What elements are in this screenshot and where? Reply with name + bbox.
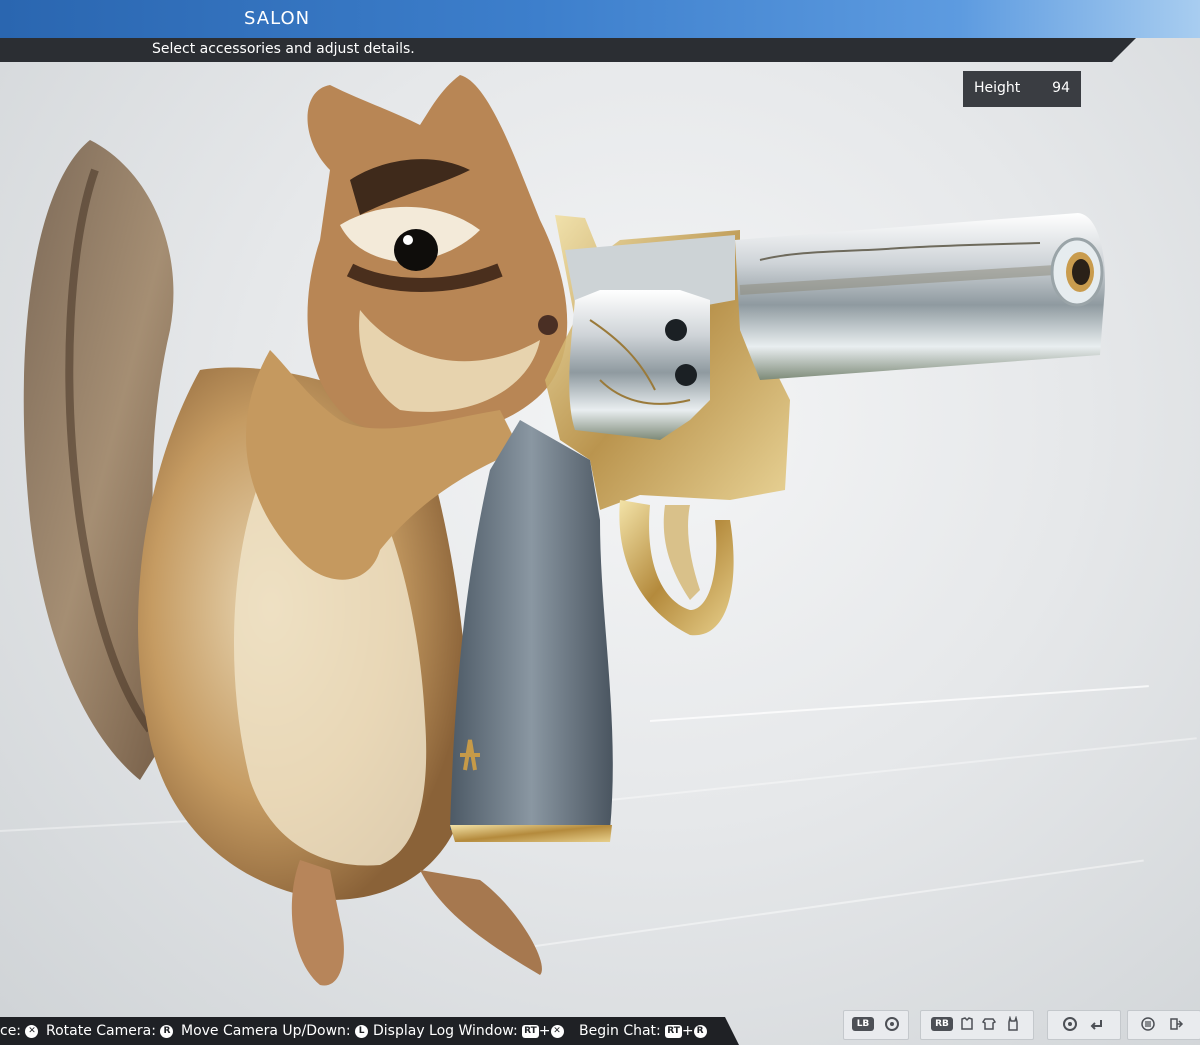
shirt-icon[interactable] xyxy=(981,1016,997,1032)
character-preview xyxy=(23,75,1105,986)
header-band xyxy=(0,0,1200,38)
emote-icon[interactable] xyxy=(884,1016,900,1032)
hint-begin-chat: Begin Chat: RT + R xyxy=(579,1023,707,1039)
lb-menu-group[interactable]: LB xyxy=(843,1010,909,1040)
hint-select-label: ce: xyxy=(0,1023,22,1039)
rb-menu-group[interactable]: RB xyxy=(920,1010,1034,1040)
rt-button-icon: RT xyxy=(522,1024,539,1038)
right-stick-icon: R xyxy=(693,1024,707,1038)
plus-icon: + xyxy=(538,1023,551,1039)
right-stick-icon: R xyxy=(160,1024,174,1038)
options-menu-group[interactable] xyxy=(1047,1010,1121,1040)
outfit-icon[interactable] xyxy=(959,1016,975,1032)
page-title: SALON xyxy=(244,8,311,29)
return-arrow-icon[interactable] xyxy=(1088,1016,1104,1032)
hint-move-camera: Move Camera Up/Down: L xyxy=(181,1023,369,1039)
menu-icon[interactable] xyxy=(1140,1016,1156,1032)
rb-button-icon: RB xyxy=(931,1017,953,1031)
hint-rotate-camera: Rotate Camera: R xyxy=(46,1023,174,1039)
hint-display-log: Display Log Window: RT + ✕ xyxy=(373,1023,564,1039)
cross-button-icon: ✕ xyxy=(550,1024,564,1038)
chipmunk-head xyxy=(307,75,568,437)
chipmunk-nose xyxy=(538,315,558,335)
hint-chat-label: Begin Chat: xyxy=(579,1023,661,1039)
hint-log-label: Display Log Window: xyxy=(373,1023,518,1039)
cross-button-icon: ✕ xyxy=(25,1024,39,1038)
left-stick-icon: L xyxy=(355,1024,369,1038)
hint-move-label: Move Camera Up/Down: xyxy=(181,1023,351,1039)
exit-icon[interactable] xyxy=(1168,1016,1184,1032)
hint-rotate-label: Rotate Camera: xyxy=(46,1023,156,1039)
tank-top-icon[interactable] xyxy=(1005,1016,1021,1032)
lb-button-icon: LB xyxy=(852,1017,874,1031)
rt-button-icon: RT xyxy=(665,1024,682,1038)
hint-select: ce: ✕ xyxy=(0,1023,39,1039)
page-subtitle: Select accessories and adjust details. xyxy=(152,41,415,57)
chipmunk-eye xyxy=(394,229,438,271)
plus-icon: + xyxy=(681,1023,694,1039)
menu-exit-group[interactable] xyxy=(1127,1010,1200,1040)
settings-circle-icon[interactable] xyxy=(1062,1016,1078,1032)
